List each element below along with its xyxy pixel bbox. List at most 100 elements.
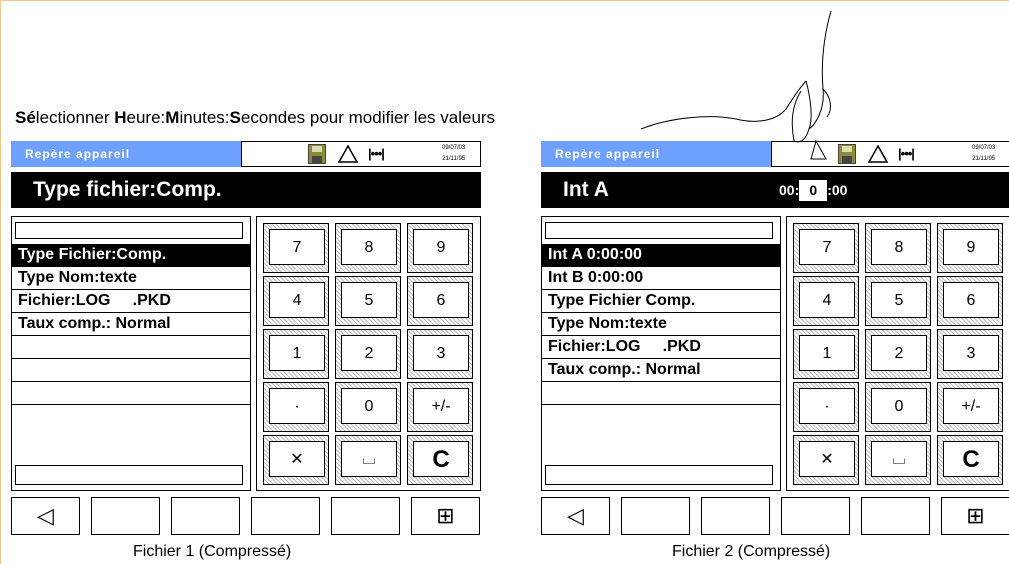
keypad-key[interactable]: +/- xyxy=(407,382,473,432)
bottom-toolbar: ◁ ⊞ xyxy=(541,497,1009,535)
keypad-key[interactable]: 4 xyxy=(793,276,859,326)
key-label: ⌴ xyxy=(341,441,397,477)
keypad-key[interactable]: +/- xyxy=(937,382,1003,432)
device-tag-label: Repère appareil xyxy=(11,141,241,167)
date-line: 21/11/95 xyxy=(442,156,466,162)
keypad-key[interactable]: 0 xyxy=(335,382,401,432)
key-label: ✕ xyxy=(269,441,325,477)
keypad-key[interactable]: · xyxy=(263,382,329,432)
key-label: 2 xyxy=(871,335,927,371)
back-button[interactable]: ◁ xyxy=(541,497,610,535)
list-item[interactable]: Taux comp.: Normal xyxy=(12,313,250,336)
warning-icon xyxy=(867,144,889,164)
key-label: · xyxy=(799,388,855,424)
keypad-key[interactable]: 3 xyxy=(937,329,1003,379)
keypad-key[interactable]: C xyxy=(407,435,473,485)
page: Sélectionner Heure:Minutes:Secondes pour… xyxy=(0,0,1009,564)
list-item[interactable]: Taux comp.: Normal xyxy=(542,359,780,382)
back-button[interactable]: ◁ xyxy=(11,497,80,535)
keypad-key[interactable]: 5 xyxy=(865,276,931,326)
date-line: 09/07/03 xyxy=(972,145,996,151)
key-label: 5 xyxy=(341,282,397,318)
keypad-key[interactable]: 2 xyxy=(335,329,401,379)
softkey-button[interactable] xyxy=(861,497,930,535)
instruction-part: eure: xyxy=(126,108,166,127)
list-top-field[interactable] xyxy=(15,222,243,239)
caption-file-1: Fichier 1 (Compressé) xyxy=(133,543,292,560)
date-line: 09/07/03 xyxy=(442,145,466,151)
softkey-button[interactable] xyxy=(621,497,690,535)
list-item[interactable]: Fichier:LOG .PKD xyxy=(12,290,250,313)
device-panel-2: Repère appareil |•••| 09/07/03 21/11/95 Int … xyxy=(541,141,1009,536)
list-top-field[interactable] xyxy=(545,222,773,239)
instruction-part: M xyxy=(165,108,180,127)
status-area: |•••| 09/07/03 21/11/95 xyxy=(241,141,481,167)
instruction-part: lectionner xyxy=(35,108,115,127)
key-label: · xyxy=(269,388,325,424)
list-bottom-field[interactable] xyxy=(15,465,243,485)
list-item[interactable]: Int B 0:00:00 xyxy=(542,267,780,290)
keypad-key[interactable]: 8 xyxy=(335,223,401,273)
key-label: 1 xyxy=(799,335,855,371)
keypad-key[interactable]: 7 xyxy=(263,223,329,273)
list-item[interactable]: Type Nom:texte xyxy=(542,313,780,336)
grid-button[interactable]: ⊞ xyxy=(941,497,1009,535)
key-label: 5 xyxy=(871,282,927,318)
keypad-key[interactable]: 6 xyxy=(937,276,1003,326)
time-seconds: :00 xyxy=(827,182,848,198)
keypad-key[interactable]: ✕ xyxy=(793,435,859,485)
key-label: 2 xyxy=(341,335,397,371)
softkey-button[interactable] xyxy=(781,497,850,535)
list-item[interactable] xyxy=(12,359,250,382)
keypad-key[interactable]: 0 xyxy=(865,382,931,432)
list-item[interactable]: Type Nom:texte xyxy=(12,267,250,290)
key-label: 9 xyxy=(413,229,469,265)
keypad-key[interactable]: 5 xyxy=(335,276,401,326)
softkey-button[interactable] xyxy=(171,497,240,535)
list-item[interactable]: Int A 0:00:00 xyxy=(542,244,780,267)
list-bottom-field[interactable] xyxy=(545,465,773,485)
instruction-part: H xyxy=(114,108,127,127)
key-label: +/- xyxy=(943,388,999,424)
keypad-key[interactable]: ⌴ xyxy=(335,435,401,485)
device-panel-1: Repère appareil |•••| 09/07/03 21/11/95 Type… xyxy=(11,141,481,536)
key-label: 4 xyxy=(799,282,855,318)
instruction-part: S xyxy=(229,108,241,127)
keypad-key[interactable]: 6 xyxy=(407,276,473,326)
keypad-key[interactable]: 7 xyxy=(793,223,859,273)
key-label: C xyxy=(413,441,469,477)
key-label: +/- xyxy=(413,388,469,424)
key-label: 8 xyxy=(871,229,927,265)
list-item[interactable] xyxy=(12,336,250,359)
softkey-button[interactable] xyxy=(701,497,770,535)
keypad-key[interactable]: · xyxy=(793,382,859,432)
keypad-key[interactable]: C xyxy=(937,435,1003,485)
list-item[interactable]: Fichier:LOG .PKD xyxy=(542,336,780,359)
key-label: 3 xyxy=(943,335,999,371)
keypad-key[interactable]: 1 xyxy=(263,329,329,379)
list-item[interactable]: Type Fichier Comp. xyxy=(542,290,780,313)
list-item[interactable] xyxy=(542,382,780,405)
keypad-key[interactable]: 2 xyxy=(865,329,931,379)
softkey-button[interactable] xyxy=(251,497,320,535)
list-item[interactable]: Type Fichier:Comp. xyxy=(12,244,250,267)
key-label: 3 xyxy=(413,335,469,371)
datetime: 09/07/03 21/11/95 xyxy=(972,143,995,165)
keypad-key[interactable]: 1 xyxy=(793,329,859,379)
instruction-part: Sé xyxy=(15,108,36,127)
softkey-button[interactable] xyxy=(331,497,400,535)
list-item[interactable] xyxy=(12,382,250,405)
softkey-button[interactable] xyxy=(91,497,160,535)
keypad-key[interactable]: 8 xyxy=(865,223,931,273)
keypad-key[interactable]: ⌴ xyxy=(865,435,931,485)
keypad-key[interactable]: 4 xyxy=(263,276,329,326)
grid-button[interactable]: ⊞ xyxy=(411,497,480,535)
time-hours: 00: xyxy=(779,182,800,198)
keypad-key[interactable]: 3 xyxy=(407,329,473,379)
keypad-key[interactable]: 9 xyxy=(407,223,473,273)
key-label: C xyxy=(943,441,999,477)
key-label: 1 xyxy=(269,335,325,371)
keypad-key[interactable]: ✕ xyxy=(263,435,329,485)
keypad-key[interactable]: 9 xyxy=(937,223,1003,273)
key-label: 9 xyxy=(943,229,999,265)
